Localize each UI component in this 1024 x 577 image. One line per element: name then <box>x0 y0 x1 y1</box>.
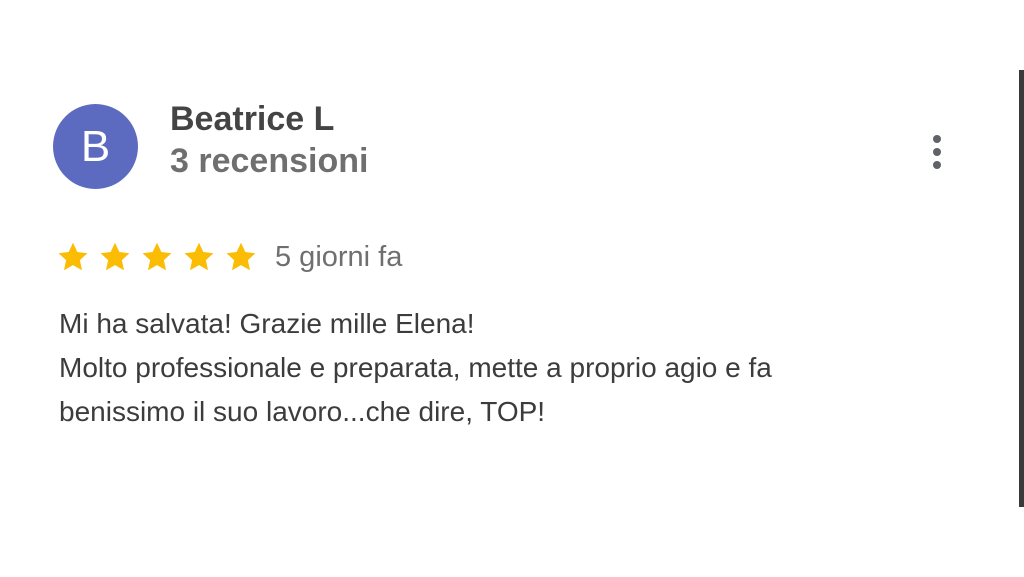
review-text-line: benissimo il suo lavoro...che dire, TOP! <box>59 396 546 427</box>
more-options-button[interactable] <box>922 130 952 174</box>
review-count: 3 recensioni <box>170 142 369 180</box>
review-text: Mi ha salvata! Grazie mille Elena! Molto… <box>59 302 959 434</box>
more-vert-icon <box>933 161 941 169</box>
author-name[interactable]: Beatrice L <box>170 100 334 139</box>
star-icon <box>139 239 175 275</box>
star-icon <box>223 239 259 275</box>
star-rating <box>55 239 259 275</box>
review-date: 5 giorni fa <box>275 240 403 273</box>
rating-row: 5 giorni fa <box>55 236 402 278</box>
star-icon <box>181 239 217 275</box>
star-icon <box>97 239 133 275</box>
more-vert-icon <box>933 148 941 156</box>
avatar[interactable]: B <box>53 104 138 189</box>
review-text-line: Mi ha salvata! Grazie mille Elena! <box>59 308 475 339</box>
more-vert-icon <box>933 135 941 143</box>
scrollbar[interactable] <box>1019 70 1024 507</box>
review-text-line: Molto professionale e preparata, mette a… <box>59 352 772 383</box>
star-icon <box>55 239 91 275</box>
review-card: B Beatrice L 3 recensioni 5 giorni fa Mi… <box>0 0 1024 577</box>
